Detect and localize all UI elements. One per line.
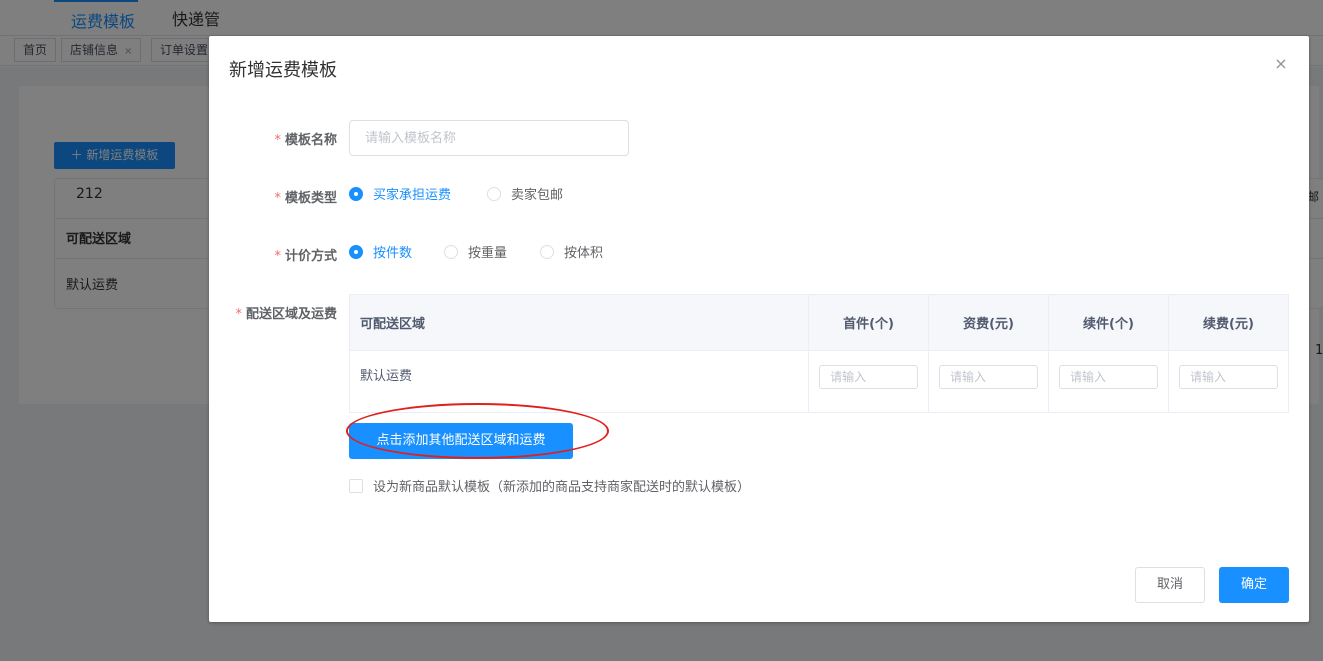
table-cell	[1048, 350, 1169, 413]
radio-dot	[444, 245, 458, 259]
template-name-label: * 模板名称	[209, 129, 337, 148]
radio-label: 按件数	[373, 246, 413, 261]
checkbox-label: 设为新商品默认模板（新添加的商品支持商家配送时的默认模板）	[373, 480, 751, 495]
add-delivery-area-button[interactable]: 点击添加其他配送区域和运费	[349, 423, 573, 459]
radio-buyer-pays[interactable]: 买家承担运费	[349, 186, 451, 206]
table-cell	[1167, 350, 1290, 413]
checkbox-box[interactable]	[349, 479, 363, 493]
add-freight-template-dialog: 新增运费模板 × *模板名称 *模板类型 买家承担运费 卖家包邮 *计价方式 按…	[209, 36, 1309, 622]
radio-by-piece[interactable]: 按件数	[349, 244, 412, 264]
radio-dot	[540, 245, 554, 259]
radio-dot	[349, 245, 363, 259]
label-text: 计价方式	[284, 249, 337, 264]
radio-by-volume[interactable]: 按体积	[540, 244, 603, 264]
radio-label: 卖家包邮	[511, 188, 564, 203]
radio-dot	[349, 187, 363, 201]
area-cell: 默认运费	[348, 350, 810, 413]
dialog-title: 新增运费模板	[229, 60, 337, 81]
confirm-button[interactable]: 确定	[1219, 567, 1289, 603]
template-type-label: * 模板类型	[209, 187, 337, 206]
close-icon[interactable]: ×	[1273, 56, 1289, 72]
first-item-input[interactable]	[819, 365, 919, 389]
table-cell	[808, 350, 930, 413]
first-fee-input[interactable]	[939, 365, 1039, 389]
cancel-button[interactable]: 取消	[1135, 567, 1205, 603]
required-mark: *	[274, 133, 281, 148]
pricing-method-label: * 计价方式	[209, 245, 337, 264]
column-header-additional-fee: 续费(元)	[1167, 294, 1290, 351]
label-text: 配送区域及运费	[245, 307, 337, 322]
table-header-row: 可配送区域 首件(个) 资费(元) 续件(个) 续费(元)	[348, 294, 1290, 351]
required-mark: *	[274, 191, 281, 206]
table-row: 默认运费	[348, 350, 1290, 413]
radio-label: 按重量	[468, 246, 508, 261]
column-header-first-item: 首件(个)	[808, 294, 930, 351]
radio-by-weight[interactable]: 按重量	[444, 244, 507, 264]
table-cell	[928, 350, 1050, 413]
additional-fee-input[interactable]	[1178, 365, 1278, 389]
label-text: 模板类型	[284, 191, 337, 206]
column-header-additional-item: 续件(个)	[1048, 294, 1169, 351]
radio-label: 按体积	[564, 246, 604, 261]
radio-label: 买家承担运费	[373, 188, 452, 203]
delivery-area-label: * 配送区域及运费	[209, 303, 337, 322]
default-template-checkbox[interactable]: 设为新商品默认模板（新添加的商品支持商家配送时的默认模板）	[349, 479, 750, 497]
label-text: 模板名称	[284, 133, 337, 148]
required-mark: *	[274, 249, 281, 264]
additional-item-input[interactable]	[1059, 365, 1159, 389]
radio-dot	[487, 187, 501, 201]
column-header-area: 可配送区域	[348, 294, 810, 351]
required-mark: *	[235, 307, 242, 322]
column-header-first-fee: 资费(元)	[928, 294, 1050, 351]
shipping-fee-table: 可配送区域 首件(个) 资费(元) 续件(个) 续费(元) 默认运费	[348, 294, 1290, 413]
template-name-input[interactable]	[349, 120, 629, 156]
radio-seller-free-shipping[interactable]: 卖家包邮	[487, 186, 563, 206]
